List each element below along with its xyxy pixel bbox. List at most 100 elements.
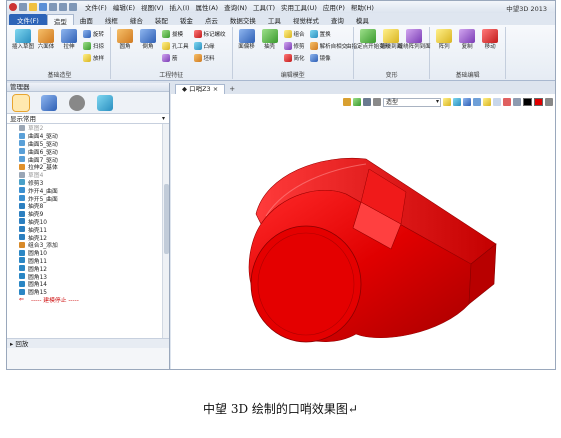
close-icon[interactable]: × [213,85,218,93]
menu-item[interactable]: 实用工具(U) [281,2,317,12]
ribbon-body: 插入草图 六面体 拉伸 旋转 扫掠 放样 基础造型 圆角 倒角 拔模 孔工具筋 标记螺纹 凸缘 坯料 工程特… [7,25,555,81]
ribbon-group-label: 变形 [385,72,398,79]
ribbon-small-button[interactable]: 镜像 [309,53,348,63]
zoom-icon[interactable] [483,98,491,106]
3d-viewport[interactable]: 造型 [171,94,555,369]
ribbon-small-label: 坯料 [203,56,215,62]
color-swatch-black[interactable] [523,98,532,106]
ribbon-small-button[interactable]: 修剪 [283,41,305,51]
sweep-icon [83,42,91,50]
ribbon-small-button[interactable]: 标记螺纹 [193,29,226,39]
ribbon-group-label: 基础编辑 [455,72,480,79]
sketch-icon [19,171,25,178]
shell-icon [19,210,25,217]
ribbon-tab[interactable]: 线框 [99,14,124,25]
menu-item[interactable]: 视图(V) [141,2,164,12]
history-tab-icon[interactable] [12,93,30,112]
ribbon-button-label: 移动 [484,44,496,50]
snap-icon[interactable] [363,98,371,106]
ribbon-tab[interactable]: 造型 [46,14,74,26]
ribbon-tab[interactable]: 钣金 [174,14,199,25]
grid-icon[interactable] [493,98,501,106]
shaded-icon[interactable] [453,98,461,106]
ribbon-group-label: 基础造型 [47,72,72,79]
menu-item[interactable]: 应用(P) [323,2,345,12]
ribbon-small-button[interactable]: 扫掠 [83,41,104,51]
app-logo-icon[interactable] [9,3,17,11]
ribbon-tab[interactable]: 视觉样式 [287,14,325,25]
ribbon-tab[interactable]: 曲面 [74,14,99,25]
display-mode-icon[interactable] [513,98,521,106]
ribbon-tab[interactable]: 查询 [325,14,350,25]
ribbon-small-button[interactable]: 组合 [283,29,305,39]
ribbon-small-button[interactable]: 置换 [309,29,348,39]
ribbon-group: 阵列 复制 移动 基础编辑 [430,27,507,79]
section-icon[interactable] [503,98,511,106]
shell-icon [19,202,25,209]
ribbon-small-label: 镜像 [319,56,331,62]
filter-icon[interactable] [353,98,361,106]
ribbon-tab[interactable]: 数据交换 [224,14,262,25]
filter-select[interactable]: 造型 [383,97,441,107]
highlight-icon[interactable] [443,98,451,106]
tree-scrollbar[interactable] [162,124,169,338]
color-swatch-red[interactable] [534,98,543,106]
ribbon-small-button[interactable]: 筋 [162,53,189,63]
scrollbar-thumb[interactable] [164,184,169,254]
ribbon-small-button[interactable]: 简化 [283,53,305,63]
ribbon-tab[interactable]: 装配 [149,14,174,25]
ribbon-small-button[interactable]: 拔模 [162,29,189,39]
display-filter-value: 显示常用 [10,115,36,123]
add-tab-button[interactable]: + [229,84,235,94]
new-file-icon[interactable] [19,3,27,11]
assembly-tab-icon[interactable] [41,94,57,111]
ribbon-group: 面偏移 抽壳 组合 修剪 简化 置换 解析自相交 镜像 编辑模型 [233,27,355,79]
menu-item[interactable]: 属性(A) [196,2,219,12]
view-cube-icon[interactable] [463,98,471,106]
more-icon[interactable] [545,98,553,106]
select-icon[interactable] [373,98,381,106]
file-tab[interactable]: 文件(F) [9,14,47,25]
ribbon-small-button[interactable]: 解析自相交 [309,41,347,51]
ribbon-button-label: 抽壳 [264,44,276,50]
ribbon-button-label: 倒角 [142,44,154,50]
view-tab-icon[interactable] [69,94,85,111]
rollback-section[interactable]: ▸ 回放 [7,338,169,348]
menu-item[interactable]: 文件(F) [85,2,107,12]
surface-icon [19,156,25,163]
ribbon-small-label: 修剪 [293,44,305,50]
ribbon-small-button[interactable]: 坯料 [193,53,226,63]
copy-icon [459,29,476,43]
redo-icon[interactable] [69,3,77,11]
undo-icon[interactable] [59,3,67,11]
mirror-icon [309,54,318,62]
ribbon-tab[interactable]: 缝合 [124,14,149,25]
rollback-marker[interactable]: ⇐ ----- 建模停止 ----- [7,296,169,304]
menu-bar: 文件(F) 编辑(E) 视图(V) 插入(I) 属性(A) 查询(N) 工具(T) 实用工具(… [85,2,374,12]
display-filter-select[interactable]: 显示常用 ▾ [7,114,169,124]
menu-item[interactable]: 查询(N) [224,2,247,12]
wireframe-icon[interactable] [473,98,481,106]
pick-icon[interactable] [343,98,351,106]
chevron-down-icon: ▾ [161,115,165,122]
ribbon-small-button[interactable]: 凸缘 [193,41,226,51]
explode-icon [19,195,25,202]
ribbon-tab[interactable]: 工具 [262,14,287,25]
menu-item[interactable]: 编辑(E) [113,2,135,12]
menu-item[interactable]: 工具(T) [253,2,275,12]
arrow-left-icon: ⇐ [19,296,25,304]
ribbon-small-button[interactable]: 放样 [83,53,104,63]
ribbon-tab[interactable]: 模具 [350,14,375,25]
ribbon-tab[interactable]: 点云 [199,14,224,25]
ribbon-small-button[interactable]: 孔工具 [162,41,189,51]
whistle-model[interactable] [241,124,501,364]
menu-item[interactable]: 帮助(H) [351,2,374,12]
ribbon-small-label: 扫掠 [93,44,105,50]
save-icon[interactable] [39,3,47,11]
part-tab-icon[interactable] [97,94,113,111]
menu-item[interactable]: 插入(I) [170,2,190,12]
ribbon-small-button[interactable]: 旋转 [83,29,104,39]
document-tab[interactable]: ◆ 口哨Z3 × [175,84,226,94]
open-file-icon[interactable] [29,3,37,11]
print-icon[interactable] [49,3,57,11]
